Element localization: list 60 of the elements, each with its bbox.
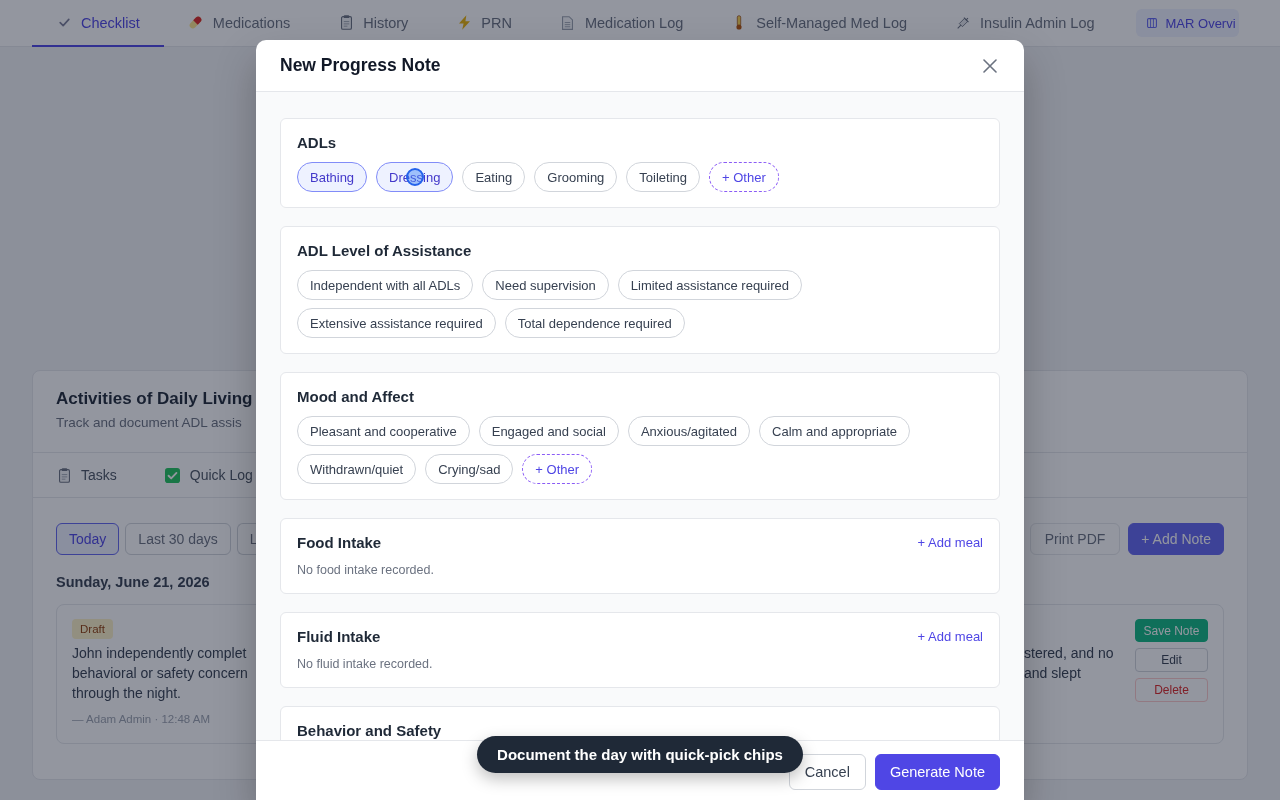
edit-button[interactable]: Edit <box>1135 648 1208 672</box>
section-title: Food Intake <box>297 534 382 552</box>
add-meal-link[interactable]: + Add meal <box>917 534 983 552</box>
check-icon <box>58 18 70 27</box>
option-chip[interactable]: Withdrawn/quiet <box>297 454 417 484</box>
filter-button[interactable]: Today <box>56 523 120 555</box>
delete-button[interactable]: Delete <box>1135 678 1208 702</box>
document-icon <box>562 15 574 30</box>
add-other-chip[interactable]: + Other <box>522 454 593 484</box>
section-title: Behavior and Safety <box>297 722 442 740</box>
note-text: and slept <box>1024 664 1081 683</box>
overview-tab[interactable]: MAR Overvi <box>1135 9 1239 37</box>
view-tab[interactable]: Tasks <box>56 467 117 483</box>
option-chip[interactable]: Extensive assistance required <box>297 308 496 338</box>
thermometer-icon <box>736 15 743 30</box>
page-title: Activities of Daily Living <box>56 389 253 409</box>
option-chip[interactable]: Pleasant and cooperative <box>297 416 470 446</box>
clipboard-icon <box>58 467 70 483</box>
section-title: ADLs <box>297 134 337 152</box>
tab[interactable]: Insulin Admin Log <box>931 0 1119 47</box>
pill-icon <box>188 15 204 30</box>
note-text: John independently complet <box>72 644 247 663</box>
status-badge: Draft <box>72 619 113 639</box>
close-icon[interactable] <box>983 58 997 73</box>
option-chip[interactable]: Calm and appropriate <box>759 416 911 446</box>
modal-title: New Progress Note <box>280 55 441 76</box>
syringe-icon <box>956 15 971 30</box>
option-chip[interactable]: Crying/sad <box>425 454 514 484</box>
option-chip[interactable]: Independent with all ADLs <box>297 270 474 300</box>
add-meal-link[interactable]: + Add meal <box>917 628 983 646</box>
view-tab[interactable]: Quick Log <box>164 467 253 483</box>
option-chip[interactable]: Eating <box>462 162 526 192</box>
note-text: behavioral or safety concern <box>72 664 248 683</box>
checkbox-icon <box>165 467 181 483</box>
page-subtitle: Track and document ADL assis <box>56 414 242 432</box>
note-text: through the night. <box>72 684 181 703</box>
option-chip[interactable]: Grooming <box>534 162 618 192</box>
option-chip[interactable]: Bathing <box>297 162 368 192</box>
option-chip[interactable]: Anxious/agitated <box>627 416 751 446</box>
generate-button[interactable]: Generate Note <box>874 754 1000 790</box>
note-text: stered, and no <box>1024 644 1114 663</box>
section-title: Mood and Affect <box>297 388 414 406</box>
section-title: Fluid Intake <box>297 628 381 646</box>
clipboard-icon <box>340 15 352 30</box>
empty-message: No fluid intake recorded. <box>297 656 433 672</box>
option-chip[interactable]: Need supervision <box>482 270 609 300</box>
filter-button[interactable]: Last 30 days <box>125 523 231 555</box>
add-other-chip[interactable]: + Other <box>709 162 779 192</box>
tab[interactable]: PRN <box>432 0 536 47</box>
date-heading: Sunday, June 21, 2026 <box>56 574 210 590</box>
grid-icon <box>1146 18 1157 28</box>
option-chip[interactable]: Engaged and social <box>478 416 619 446</box>
option-chip[interactable]: Limited assistance required <box>617 270 803 300</box>
lightning-icon <box>458 15 470 30</box>
empty-message: No food intake recorded. <box>297 562 434 578</box>
toast-message: Document the day with quick-pick chips <box>477 736 803 773</box>
section-title: ADL Level of Assistance <box>297 242 472 260</box>
tab[interactable]: Checklist <box>32 0 164 47</box>
option-chip[interactable]: Total dependence required <box>504 308 685 338</box>
option-chip[interactable]: Toileting <box>626 162 701 192</box>
